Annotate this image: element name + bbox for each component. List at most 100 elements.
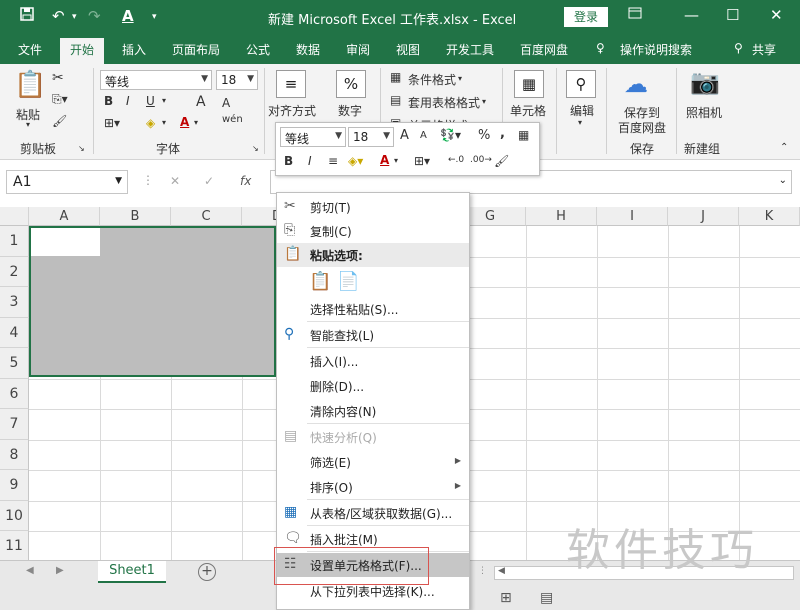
mini-format-painter-icon[interactable]: 🖌 bbox=[494, 154, 509, 168]
shrink-font-button[interactable]: A bbox=[222, 96, 230, 110]
tab-data[interactable]: 数据 bbox=[296, 41, 320, 58]
row-header[interactable]: 9 bbox=[0, 470, 29, 501]
collapse-ribbon-icon[interactable]: ⌃ bbox=[780, 142, 788, 153]
camera-label[interactable]: 照相机 bbox=[686, 104, 722, 121]
paste-icon[interactable]: 📋 bbox=[14, 70, 46, 100]
number-label[interactable]: 数字 bbox=[338, 102, 362, 119]
menu-item-copy[interactable]: ⎘ 复制(C) bbox=[277, 219, 469, 243]
tab-baidu-netdisk[interactable]: 百度网盘 bbox=[520, 41, 568, 58]
cells-label[interactable]: 单元格 bbox=[510, 102, 546, 119]
share-button[interactable]: 共享 bbox=[752, 41, 776, 58]
menu-item-cut[interactable]: ✂ 剪切(T) bbox=[277, 195, 469, 219]
align-icon[interactable]: ≡ bbox=[276, 70, 306, 98]
increase-decimal-icon[interactable]: ←.0 bbox=[448, 155, 464, 165]
row-header[interactable]: 5 bbox=[0, 348, 29, 379]
cloud-icon[interactable]: ☁ bbox=[624, 70, 648, 98]
confirm-button[interactable]: ✓ bbox=[204, 174, 214, 188]
table-format-button[interactable]: 套用表格格式 bbox=[408, 94, 480, 111]
row-header[interactable]: 3 bbox=[0, 287, 29, 318]
row-header[interactable]: 1 bbox=[0, 226, 29, 257]
prev-sheet-icon[interactable]: ◀ bbox=[26, 565, 34, 576]
underline-button[interactable]: U bbox=[146, 94, 155, 108]
minimize-icon[interactable]: — bbox=[684, 6, 699, 24]
column-header[interactable]: J bbox=[668, 207, 739, 226]
menu-item-clear-contents[interactable]: 清除内容(N) bbox=[277, 399, 469, 423]
maximize-icon[interactable]: ☐ bbox=[726, 6, 739, 24]
cut-icon[interactable]: ✂ bbox=[52, 70, 64, 86]
shrink-font-icon[interactable]: A bbox=[420, 130, 427, 141]
menu-item-smart-lookup[interactable]: ⚲ 智能查找(L) bbox=[277, 323, 469, 347]
italic-button[interactable]: I bbox=[126, 94, 130, 108]
insert-function-button[interactable]: fx bbox=[240, 174, 251, 188]
comma-style-button[interactable]: , bbox=[500, 126, 505, 141]
column-header[interactable]: H bbox=[526, 207, 597, 226]
add-sheet-button[interactable]: + bbox=[198, 563, 216, 581]
underline-dropdown-icon[interactable]: ▾ bbox=[162, 96, 166, 105]
tab-review[interactable]: 审阅 bbox=[346, 41, 370, 58]
tell-me-search[interactable]: 操作说明搜索 bbox=[620, 41, 692, 58]
tab-insert[interactable]: 插入 bbox=[122, 41, 146, 58]
baidu-netdisk-label[interactable]: 百度网盘 bbox=[618, 119, 666, 136]
redo-icon[interactable]: ↷ bbox=[88, 7, 101, 25]
mini-font-color-icon[interactable]: A bbox=[380, 153, 389, 167]
tab-view[interactable]: 视图 bbox=[396, 41, 420, 58]
format-painter-icon[interactable]: 🖌 bbox=[52, 114, 67, 128]
select-all-corner[interactable] bbox=[0, 207, 29, 226]
row-header[interactable]: 10 bbox=[0, 501, 29, 531]
clipboard-launcher-icon[interactable]: ↘ bbox=[78, 144, 85, 153]
menu-item-delete[interactable]: 删除(D)... bbox=[277, 374, 469, 398]
number-format-icon[interactable]: % bbox=[336, 70, 366, 98]
tab-home[interactable]: 开始 bbox=[60, 38, 105, 64]
borders-icon[interactable]: ⊞▾ bbox=[104, 116, 120, 130]
paste-icon[interactable]: 📋 bbox=[309, 271, 331, 292]
font-color-button[interactable]: A bbox=[180, 115, 189, 129]
fill-color-icon[interactable]: ◈ bbox=[146, 116, 155, 130]
menu-item-get-data[interactable]: ▦ 从表格/区域获取数据(G)... bbox=[277, 501, 469, 525]
close-icon[interactable]: ✕ bbox=[770, 6, 783, 24]
font-name-combo[interactable]: 等线 ▼ bbox=[100, 70, 212, 90]
sheet-tab[interactable]: Sheet1 bbox=[98, 561, 166, 583]
mini-font-size-combo[interactable]: 18 ▼ bbox=[348, 127, 394, 147]
column-header[interactable]: I bbox=[597, 207, 668, 226]
cancel-button[interactable]: ✕ bbox=[170, 174, 180, 188]
save-icon[interactable] bbox=[20, 7, 34, 25]
bold-button[interactable]: B bbox=[104, 94, 113, 108]
format-table-icon[interactable]: ▦ bbox=[518, 128, 529, 142]
login-button[interactable]: 登录 bbox=[564, 7, 608, 27]
row-header[interactable]: 8 bbox=[0, 440, 29, 470]
decrease-decimal-icon[interactable]: .00→ bbox=[470, 155, 492, 165]
tab-file[interactable]: 文件 bbox=[18, 41, 42, 58]
copy-icon[interactable]: ⎘▾ bbox=[52, 92, 68, 107]
column-header[interactable]: C bbox=[171, 207, 242, 226]
row-header[interactable]: 6 bbox=[0, 379, 29, 409]
undo-icon[interactable]: ↶ bbox=[52, 7, 65, 25]
table-format-icon[interactable]: ▤ bbox=[390, 93, 401, 107]
conditional-format-icon[interactable]: ▦ bbox=[390, 70, 401, 84]
mini-bold-button[interactable]: B bbox=[284, 154, 293, 168]
tab-formulas[interactable]: 公式 bbox=[246, 41, 270, 58]
menu-item-paste-special[interactable]: 选择性粘贴(S)... bbox=[277, 297, 469, 321]
row-header[interactable]: 2 bbox=[0, 257, 29, 287]
normal-view-icon[interactable]: ⊞ bbox=[500, 590, 512, 606]
align-label[interactable]: 对齐方式 bbox=[268, 102, 316, 119]
active-cell[interactable] bbox=[31, 228, 100, 256]
expand-formula-icon[interactable]: ⌄ bbox=[779, 175, 787, 186]
phonetic-guide-button[interactable]: wén bbox=[222, 114, 243, 125]
editing-label[interactable]: 编辑 bbox=[570, 102, 594, 119]
menu-item-insert[interactable]: 插入(I)... bbox=[277, 349, 469, 373]
paste-values-icon[interactable]: 📄 bbox=[337, 271, 359, 292]
mini-font-name-combo[interactable]: 等线 ▼ bbox=[280, 127, 346, 147]
row-header[interactable]: 7 bbox=[0, 409, 29, 440]
column-header[interactable]: K bbox=[739, 207, 800, 226]
tab-page-layout[interactable]: 页面布局 bbox=[172, 41, 220, 58]
currency-format-icon[interactable]: 💱▾ bbox=[440, 128, 461, 142]
mini-fill-color-icon[interactable]: ◈▾ bbox=[348, 154, 363, 168]
camera-icon[interactable]: 📷 bbox=[690, 68, 720, 96]
mini-italic-button[interactable]: I bbox=[308, 154, 312, 168]
fill-dropdown-icon[interactable]: ▾ bbox=[162, 118, 166, 127]
next-sheet-icon[interactable]: ▶ bbox=[56, 565, 64, 576]
grow-font-button[interactable]: A bbox=[196, 94, 206, 110]
column-header[interactable]: B bbox=[100, 207, 171, 226]
menu-item-sort[interactable]: 排序(O) ▶ bbox=[277, 475, 469, 499]
mini-percent-button[interactable]: % bbox=[478, 128, 490, 143]
